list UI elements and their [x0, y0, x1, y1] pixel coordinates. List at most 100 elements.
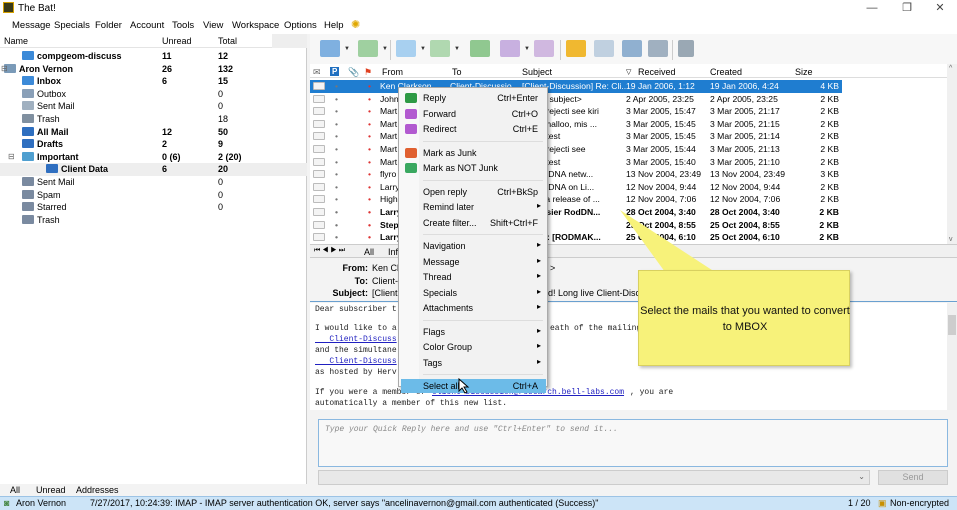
tab-addresses[interactable]: Addresses: [76, 485, 119, 495]
forward-icon[interactable]: [500, 40, 520, 57]
menu-item-message[interactable]: Message ▸: [401, 255, 546, 269]
save-message-icon[interactable]: [622, 40, 642, 57]
quick-reply-input[interactable]: Type your Quick Reply here and use "Ctrl…: [318, 419, 948, 467]
menu-item-color-group[interactable]: Color Group ▸: [401, 340, 546, 354]
redirect-icon[interactable]: [534, 40, 554, 57]
new-message-icon[interactable]: [396, 40, 416, 57]
menu-item-redirect[interactable]: Redirect Ctrl+E: [401, 122, 546, 136]
message-row[interactable]: • • Mart eport] rejecti see kiri 3 Mar 2005,…: [310, 105, 842, 118]
maximize-button[interactable]: ❐: [895, 1, 919, 15]
menu-specials[interactable]: Specials: [54, 20, 90, 31]
menu-item-open-reply[interactable]: Open reply Ctrl+BkSp: [401, 185, 546, 199]
message-row[interactable]: • • Larry IA] Easier RodDN... 28 Oct 2004, 3…: [310, 206, 842, 219]
menu-item-mark-as-not-junk[interactable]: Mark as NOT Junk: [401, 161, 546, 175]
get-mail-icon[interactable]: [320, 40, 340, 57]
column-header-name[interactable]: Name: [4, 36, 28, 46]
minimize-button[interactable]: —: [860, 1, 884, 15]
message-row[interactable]: • • John A] <no subject> 2 Apr 2005, 23:25 2 …: [310, 92, 842, 106]
menu-item-thread[interactable]: Thread ▸: [401, 270, 546, 284]
menu-item-tags[interactable]: Tags ▸: [401, 356, 546, 370]
reply-all-icon[interactable]: [470, 40, 490, 57]
send-mail-icon[interactable]: [358, 40, 378, 57]
column-header-unread[interactable]: Unread: [162, 36, 192, 46]
menu-tools[interactable]: Tools: [172, 20, 194, 31]
bug-icon[interactable]: ✺: [351, 18, 360, 31]
folder-item[interactable]: Trash: [0, 214, 307, 227]
status-column-icon[interactable]: ✉: [313, 67, 321, 78]
message-row[interactable]: • • Ken Clarkson Client-Discussio... [Client…: [310, 80, 842, 93]
menu-item-forward[interactable]: Forward Ctrl+O: [401, 107, 546, 121]
message-row[interactable]: ••Marteport] test3 Mar 2005, 15:403 Mar …: [310, 155, 842, 169]
folder-item[interactable]: Drafts 2 9: [0, 138, 307, 151]
menu-message[interactable]: Message: [12, 20, 51, 31]
folder-item[interactable]: Inbox 6 15: [0, 75, 307, 88]
menu-options[interactable]: Options: [284, 20, 317, 31]
close-button[interactable]: ✕: [928, 1, 952, 15]
menu-item-attachments[interactable]: Attachments ▸: [401, 301, 546, 315]
to-value[interactable]: Client-: [372, 276, 398, 286]
folder-item[interactable]: ⊟ Aron Vernon 26 132: [0, 63, 307, 76]
message-list-scrollbar[interactable]: ^ v: [947, 64, 957, 244]
menu-item-specials[interactable]: Specials ▸: [401, 286, 546, 300]
menu-account[interactable]: Account: [130, 20, 164, 31]
flag-column-icon[interactable]: ⚑: [364, 67, 372, 78]
column-header-from[interactable]: From: [382, 67, 403, 77]
folder-item[interactable]: Sent Mail 0: [0, 176, 307, 189]
tab-unread[interactable]: Unread: [36, 485, 66, 495]
tab-all-headers[interactable]: All: [364, 247, 374, 257]
column-header-created[interactable]: Created: [710, 67, 742, 77]
message-row[interactable]: • • Larry A] RodDNA on Li... 12 Nov 2004, 9:…: [310, 180, 842, 194]
reply-options-dropdown[interactable]: ⌄: [318, 470, 870, 485]
forward-dropdown[interactable]: ▼: [524, 46, 530, 52]
message-row[interactable]: • • High A] Beta release of ... 12 Nov 2004,…: [310, 193, 842, 206]
get-mail-dropdown[interactable]: ▼: [344, 46, 350, 52]
column-header-size[interactable]: Size: [795, 67, 813, 77]
find-icon[interactable]: [594, 40, 614, 57]
print-icon[interactable]: [648, 40, 668, 57]
folder-item[interactable]: Sent Mail 0: [0, 100, 307, 113]
message-row[interactable]: ••Marteport] test3 Mar 2005, 15:453 Mar …: [310, 130, 842, 143]
menu-item-remind-later[interactable]: Remind later ▸: [401, 200, 546, 214]
trash-icon[interactable]: [678, 40, 694, 57]
message-body-scrollbar[interactable]: [947, 303, 957, 410]
folder-item[interactable]: Outbox 0: [0, 88, 307, 101]
menu-item-flags[interactable]: Flags ▸: [401, 325, 546, 339]
column-header-total[interactable]: Total: [218, 36, 237, 46]
from-value[interactable]: Ken Cl: [372, 263, 399, 273]
message-row[interactable]: • • Mart eport] rejecti see 3 Mar 2005, 15:4…: [310, 143, 842, 156]
menu-workspace[interactable]: Workspace: [232, 20, 279, 31]
attachment-column-icon[interactable]: 📎: [348, 67, 359, 78]
column-header-subject[interactable]: Subject: [522, 67, 552, 77]
folder-item[interactable]: compgeom-discuss 11 12: [0, 50, 307, 63]
message-row[interactable]: • • flyro A] RodDNA netw... 13 Nov 2004, 23:…: [310, 168, 842, 181]
message-row[interactable]: ••StepIA]25 Oct 2004, 8:5525 Oct 2004, 8…: [310, 218, 842, 232]
navigation-arrows[interactable]: ⏮◀▶⏭: [314, 247, 347, 255]
folder-item[interactable]: Client Data 6 20: [0, 163, 307, 176]
menu-item-reply[interactable]: Reply Ctrl+Enter: [401, 91, 546, 105]
tab-info[interactable]: Inf: [388, 247, 398, 257]
menu-item-select-all[interactable]: Select all Ctrl+A: [401, 379, 546, 393]
folder-item[interactable]: Starred 0: [0, 201, 307, 214]
column-header-to[interactable]: To: [452, 67, 462, 77]
send-button[interactable]: Send: [878, 470, 948, 485]
reply-dropdown[interactable]: ▼: [454, 46, 460, 52]
collapse-icon[interactable]: ⊟: [1, 64, 8, 73]
message-row[interactable]: • • Larry IA] Re: [RODMAK... 25 Oct 2004, 6:…: [310, 231, 842, 244]
menu-view[interactable]: View: [203, 20, 223, 31]
column-header-received[interactable]: Received: [638, 67, 676, 77]
address-book-icon[interactable]: [566, 40, 586, 57]
tab-all[interactable]: All: [10, 485, 20, 495]
menu-item-create-filter[interactable]: Create filter... Shift+Ctrl+F: [401, 216, 546, 230]
new-message-dropdown[interactable]: ▼: [420, 46, 426, 52]
reply-icon[interactable]: [430, 40, 450, 57]
menu-item-mark-as-junk[interactable]: Mark as Junk: [401, 146, 546, 160]
folder-item[interactable]: All Mail 12 50: [0, 126, 307, 139]
collapse-icon[interactable]: ⊟: [8, 152, 15, 161]
body-link[interactable]: Client-Discuss: [315, 357, 396, 366]
menu-folder[interactable]: Folder: [95, 20, 122, 31]
priority-column-icon[interactable]: P: [330, 67, 340, 76]
send-mail-dropdown[interactable]: ▼: [382, 46, 388, 52]
menu-help[interactable]: Help: [324, 20, 344, 31]
message-row[interactable]: • • Mart eport] halloo, mis ... 3 Mar 2005, …: [310, 117, 842, 131]
body-link[interactable]: Client-Discuss: [315, 335, 396, 344]
